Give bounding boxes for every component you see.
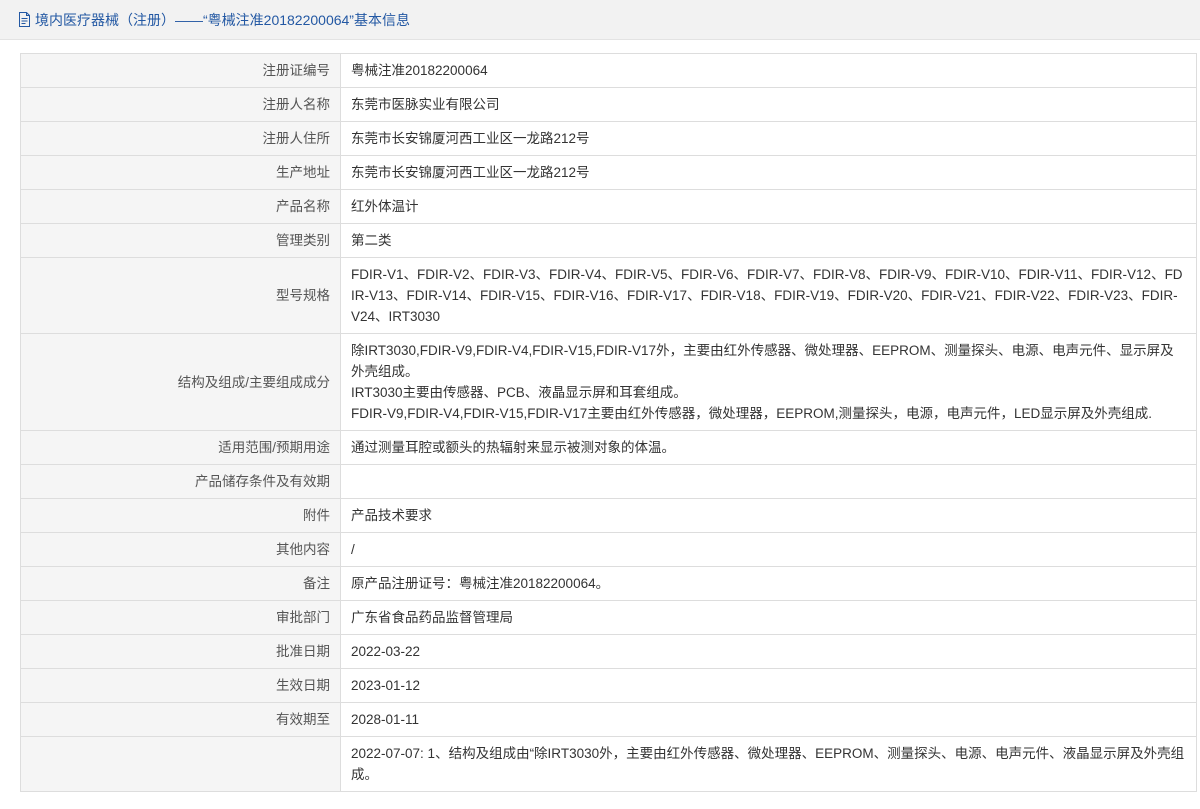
registrant-address-label: 注册人住所 xyxy=(20,121,341,156)
remarks-label: 备注 xyxy=(20,566,341,601)
production-address-value: 东莞市长安锦厦河西工业区一龙路212号 xyxy=(340,155,1197,190)
structure-composition-row: 结构及组成/主要组成成分 除IRT3030,FDIR-V9,FDIR-V4,FD… xyxy=(20,333,1197,431)
change-history-value: 2022-07-07: 1、结构及组成由“除IRT3030外，主要由红外传感器、… xyxy=(340,736,1197,792)
management-category-label: 管理类别 xyxy=(20,223,341,258)
product-name-label: 产品名称 xyxy=(20,189,341,224)
other-content-label: 其他内容 xyxy=(20,532,341,567)
effective-date-label: 生效日期 xyxy=(20,668,341,703)
product-name-value: 红外体温计 xyxy=(340,189,1197,224)
attachment-value: 产品技术要求 xyxy=(340,498,1197,533)
approval-department-value: 广东省食品药品监督管理局 xyxy=(340,600,1197,635)
effective-date-row: 生效日期 2023-01-12 xyxy=(20,668,1197,703)
intended-use-label: 适用范围/预期用途 xyxy=(20,430,341,465)
attachment-row: 附件 产品技术要求 xyxy=(20,498,1197,533)
expiry-date-value: 2028-01-11 xyxy=(340,702,1197,737)
registrant-name-value: 东莞市医脉实业有限公司 xyxy=(340,87,1197,122)
storage-conditions-row: 产品储存条件及有效期 xyxy=(20,464,1197,499)
remarks-row: 备注 原产品注册证号：粤械注准20182200064。 xyxy=(20,566,1197,601)
expiry-date-row: 有效期至 2028-01-11 xyxy=(20,702,1197,737)
structure-composition-label: 结构及组成/主要组成成分 xyxy=(20,333,341,431)
registrant-name-row: 注册人名称 东莞市医脉实业有限公司 xyxy=(20,87,1197,122)
approval-department-row: 审批部门 广东省食品药品监督管理局 xyxy=(20,600,1197,635)
attachment-label: 附件 xyxy=(20,498,341,533)
storage-conditions-label: 产品储存条件及有效期 xyxy=(20,464,341,499)
effective-date-value: 2023-01-12 xyxy=(340,668,1197,703)
intended-use-row: 适用范围/预期用途 通过测量耳腔或额头的热辐射来显示被测对象的体温。 xyxy=(20,430,1197,465)
expiry-date-label: 有效期至 xyxy=(20,702,341,737)
basic-info-table: 注册证编号 粤械注准20182200064 注册人名称 东莞市医脉实业有限公司 … xyxy=(20,53,1197,792)
approval-date-label: 批准日期 xyxy=(20,634,341,669)
registrant-name-label: 注册人名称 xyxy=(20,87,341,122)
other-content-row: 其他内容 / xyxy=(20,532,1197,567)
structure-composition-value: 除IRT3030,FDIR-V9,FDIR-V4,FDIR-V15,FDIR-V… xyxy=(340,333,1197,431)
storage-conditions-value xyxy=(340,464,1197,499)
approval-date-row: 批准日期 2022-03-22 xyxy=(20,634,1197,669)
model-spec-label: 型号规格 xyxy=(20,257,341,334)
registrant-address-row: 注册人住所 东莞市长安锦厦河西工业区一龙路212号 xyxy=(20,121,1197,156)
production-address-label: 生产地址 xyxy=(20,155,341,190)
management-category-value: 第二类 xyxy=(340,223,1197,258)
intended-use-value: 通过测量耳腔或额头的热辐射来显示被测对象的体温。 xyxy=(340,430,1197,465)
page-header: 境内医疗器械（注册）——“粤械注准20182200064”基本信息 xyxy=(0,0,1200,40)
approval-date-value: 2022-03-22 xyxy=(340,634,1197,669)
other-content-value: / xyxy=(340,532,1197,567)
document-icon xyxy=(18,12,31,27)
registration-number-value: 粤械注准20182200064 xyxy=(340,53,1197,88)
production-address-row: 生产地址 东莞市长安锦厦河西工业区一龙路212号 xyxy=(20,155,1197,190)
change-history-label xyxy=(20,736,341,792)
registration-number-row: 注册证编号 粤械注准20182200064 xyxy=(20,53,1197,88)
registration-number-label: 注册证编号 xyxy=(20,53,341,88)
approval-department-label: 审批部门 xyxy=(20,600,341,635)
management-category-row: 管理类别 第二类 xyxy=(20,223,1197,258)
change-history-row: 2022-07-07: 1、结构及组成由“除IRT3030外，主要由红外传感器、… xyxy=(20,736,1197,792)
remarks-value: 原产品注册证号：粤械注准20182200064。 xyxy=(340,566,1197,601)
product-name-row: 产品名称 红外体温计 xyxy=(20,189,1197,224)
registrant-address-value: 东莞市长安锦厦河西工业区一龙路212号 xyxy=(340,121,1197,156)
model-spec-row: 型号规格 FDIR-V1、FDIR-V2、FDIR-V3、FDIR-V4、FDI… xyxy=(20,257,1197,334)
model-spec-value: FDIR-V1、FDIR-V2、FDIR-V3、FDIR-V4、FDIR-V5、… xyxy=(340,257,1197,334)
page-title: 境内医疗器械（注册）——“粤械注准20182200064”基本信息 xyxy=(35,11,410,28)
